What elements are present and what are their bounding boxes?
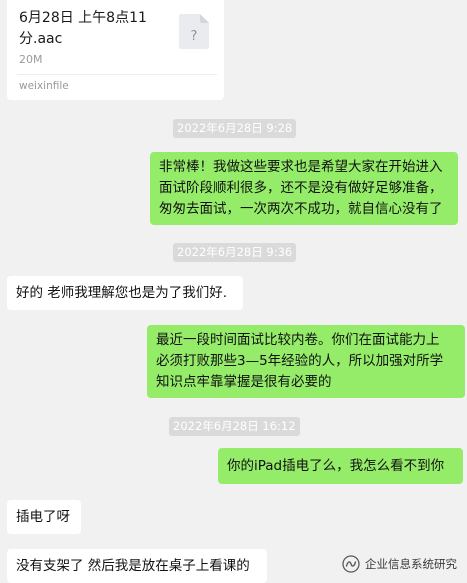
message-line: 知识点牢靠掌握是很有必要的 [156,374,332,390]
unknown-file-icon: ? [179,14,209,49]
sent-message-bubble[interactable]: 非常棒！我做这些要求也是希望大家在开始进入 面试阶段顺利很多，还不是没有做好足够… [150,152,458,225]
message-line: 必须打败那些3—5年经验的人，所以加强对所学 [156,353,444,369]
timestamp: 2022年6月28日 9:36 [173,243,297,262]
timestamp: 2022年6月28日 16:12 [169,417,300,436]
sent-message-bubble[interactable]: 最近一段时间面试比较内卷。你们在面试能力上 必须打败那些3—5年经验的人，所以加… [147,325,465,398]
file-message-card[interactable]: 6月28日 上午8点11分.aac 20M weixinfile ? [7,0,224,100]
message-line: 最近一段时间面试比较内卷。你们在面试能力上 [156,332,440,348]
file-name: 6月28日 上午8点11分.aac [19,10,147,47]
file-source-label: weixinfile [19,80,69,92]
sent-message-bubble[interactable]: 你的iPad插电了么，我怎么看不到你 [218,448,463,484]
file-size: 20M [19,53,43,66]
svg-text:?: ? [191,29,198,44]
watermark: 企业信息系统研究 [342,553,457,575]
watermark-text: 企业信息系统研究 [365,557,457,571]
message-line: 你的iPad插电了么，我怎么看不到你 [227,458,445,474]
received-message-bubble[interactable]: 没有支架了 然后我是放在桌子上看课的 [7,549,267,583]
received-message-bubble[interactable]: 好的 老师我理解您也是为了我们好. [7,276,243,310]
wechat-channel-logo [342,555,360,573]
message-line: 匆匆去面试，一次两次不成功，就自信心没有了 [159,201,443,217]
file-card-divider [17,74,217,75]
message-line: 插电了呀 [16,509,70,525]
message-line: 好的 老师我理解您也是为了我们好. [16,285,228,301]
message-line: 非常棒！我做这些要求也是希望大家在开始进入 [159,159,443,175]
timestamp: 2022年6月28日 9:28 [173,119,297,138]
message-line: 没有支架了 然后我是放在桌子上看课的 [16,558,250,574]
received-message-bubble[interactable]: 插电了呀 [7,500,81,534]
message-line: 面试阶段顺利很多，还不是没有做好足够准备， [159,180,443,196]
